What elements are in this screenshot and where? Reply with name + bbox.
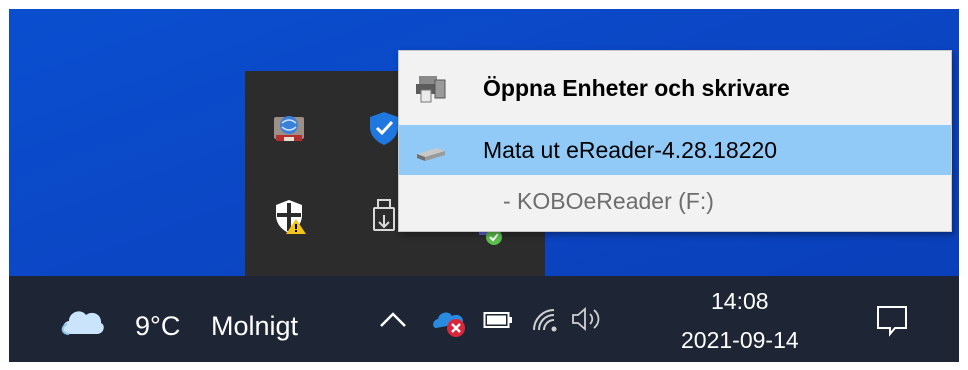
clock-date: 2021-09-14 <box>681 327 799 353</box>
weather-temperature[interactable]: 9°C <box>135 311 180 342</box>
menu-item-label: - KOBOeReader (F:) <box>503 187 714 214</box>
frame-border-left <box>0 0 9 370</box>
cloud-icon[interactable] <box>59 302 105 338</box>
menu-item-open-devices-printers[interactable]: Öppna Enheter och skrivare <box>399 57 951 119</box>
frame-border-top <box>0 0 968 9</box>
chevron-up-icon[interactable] <box>377 306 409 332</box>
context-menu: Öppna Enheter och skrivare Mata ut eRead… <box>398 50 952 232</box>
frame-border-right <box>959 0 968 370</box>
network-globe-icon[interactable] <box>270 109 308 147</box>
weather-condition[interactable]: Molnigt <box>211 311 298 342</box>
menu-item-label: Öppna Enheter och skrivare <box>483 74 790 101</box>
menu-item-kobo-drive[interactable]: - KOBOeReader (F:) <box>399 177 951 225</box>
wifi-icon[interactable] <box>530 304 560 334</box>
notification-center-icon[interactable] <box>875 304 909 338</box>
devices-printers-icon <box>413 70 449 106</box>
taskbar: 9°C Molnigt 14:08 2021-09-14 <box>9 276 959 362</box>
clock[interactable]: 14:08 2021-09-14 <box>669 284 817 360</box>
menu-item-label: Mata ut eReader-4.28.18220 <box>483 136 778 163</box>
battery-icon[interactable] <box>483 310 513 330</box>
clock-time: 14:08 <box>711 288 769 314</box>
menu-item-eject-ereader[interactable]: Mata ut eReader-4.28.18220 <box>399 125 951 175</box>
onedrive-error-icon[interactable] <box>432 306 468 338</box>
speaker-icon[interactable] <box>569 304 605 334</box>
frame-border-bottom <box>0 362 968 370</box>
security-warning-shield-icon[interactable] <box>270 197 308 235</box>
usb-drive-icon <box>413 132 449 168</box>
